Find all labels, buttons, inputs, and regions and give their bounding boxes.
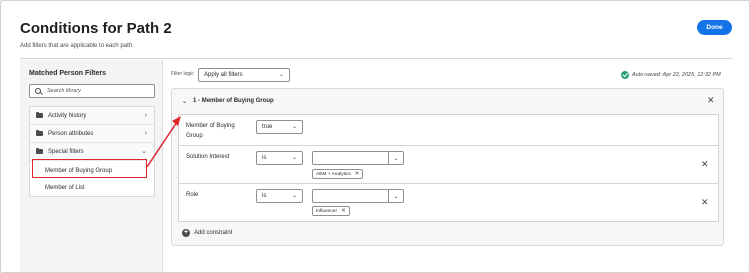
library-title: Matched Person Filters (29, 70, 107, 77)
filter-logic-value: Apply all filters (204, 72, 243, 78)
chevron-down-icon: ⌄ (141, 148, 147, 155)
value-tag: AEM + Analytics ✕ (312, 169, 364, 179)
plus-circle-icon: + (182, 229, 190, 237)
tag-label: Influencer (316, 208, 338, 214)
chevron-right-icon: › (144, 112, 147, 119)
search-icon (35, 87, 42, 95)
chevron-right-icon: › (144, 130, 147, 137)
chevron-down-icon: ⌄ (291, 193, 297, 199)
library-tree: Activity history › Person attributes › S… (29, 106, 155, 197)
operator-select[interactable]: true ⌄ (256, 120, 303, 134)
folder-label: Special filters (48, 148, 84, 155)
done-button[interactable]: Done (697, 20, 732, 35)
remove-condition-close-icon[interactable]: ✕ (701, 198, 709, 207)
condition-label: Member of Buying Group (186, 123, 235, 139)
dialog-title: Conditions for Path 2 (20, 20, 172, 37)
conditions-dialog: Conditions for Path 2 Add filters that a… (0, 0, 750, 273)
remove-condition-close-icon[interactable]: ✕ (701, 160, 709, 169)
operator-value: is (262, 193, 267, 199)
filter-logic-label: Filter logic (171, 71, 194, 77)
value-combobox[interactable]: ⌄ (312, 189, 404, 203)
chevron-down-icon[interactable]: ⌄ (388, 190, 403, 202)
folder-activity-history[interactable]: Activity history › (30, 107, 154, 125)
filter-group-header[interactable]: ⌄ 1 - Member of Buying Group (172, 89, 723, 113)
add-constraint-button[interactable]: + Add constraint (182, 229, 232, 237)
folder-label: Person attributes (48, 130, 94, 137)
tag-remove-icon[interactable]: ✕ (341, 208, 346, 214)
remove-group-close-icon[interactable]: ✕ (707, 96, 715, 105)
autosave-status: Auto-saved: Apr 22, 2025, 12:32 PM (621, 71, 721, 79)
filter-group-title: 1 - Member of Buying Group (193, 98, 274, 104)
chevron-down-icon[interactable]: ⌄ (388, 152, 403, 164)
condition-row: Role is ⌄ ⌄ Influencer ✕ ✕ (178, 183, 719, 222)
operator-select[interactable]: is ⌄ (256, 189, 303, 203)
chevron-down-icon: ⌄ (291, 124, 297, 130)
condition-row: Solution Interest is ⌄ ⌄ AEM + Analytics… (178, 145, 719, 184)
operator-select[interactable]: is ⌄ (256, 151, 303, 165)
add-constraint-label: Add constraint (194, 230, 233, 236)
condition-label: Role (186, 192, 199, 198)
autosave-text: Auto-saved: Apr 22, 2025, 12:32 PM (632, 72, 721, 78)
value-tag: Influencer ✕ (312, 206, 350, 216)
folder-icon (36, 147, 43, 154)
filter-logic-select[interactable]: Apply all filters ⌄ (198, 68, 290, 82)
highlight-box (32, 159, 147, 178)
chevron-down-icon: ⌄ (182, 98, 188, 105)
conditions-editor: Filter logic Apply all filters ⌄ Auto-sa… (163, 60, 732, 272)
dialog-subtitle: Add filters that are applicable to each … (20, 43, 133, 49)
filter-item-member-of-list[interactable]: Member of List (30, 179, 154, 196)
folder-icon (36, 111, 43, 118)
header-divider (20, 58, 732, 59)
folder-label: Activity history (48, 112, 87, 119)
tag-remove-icon[interactable]: ✕ (355, 171, 360, 177)
chevron-down-icon: ⌄ (278, 72, 284, 78)
value-combobox[interactable]: ⌄ (312, 151, 404, 165)
search-placeholder: Search library (47, 88, 81, 94)
tag-label: AEM + Analytics (316, 171, 351, 177)
operator-value: true (262, 124, 273, 130)
operator-value: is (262, 155, 267, 161)
condition-row: Member of Buying Group true ⌄ (178, 114, 719, 146)
folder-icon (36, 129, 43, 136)
filter-group: ⌄ 1 - Member of Buying Group ✕ Member of… (171, 88, 724, 246)
condition-label: Solution Interest (186, 154, 230, 160)
search-library-input[interactable]: Search library (29, 84, 155, 98)
chevron-down-icon: ⌄ (291, 155, 297, 161)
folder-person-attributes[interactable]: Person attributes › (30, 125, 154, 143)
checkmark-circle-icon (621, 71, 629, 79)
